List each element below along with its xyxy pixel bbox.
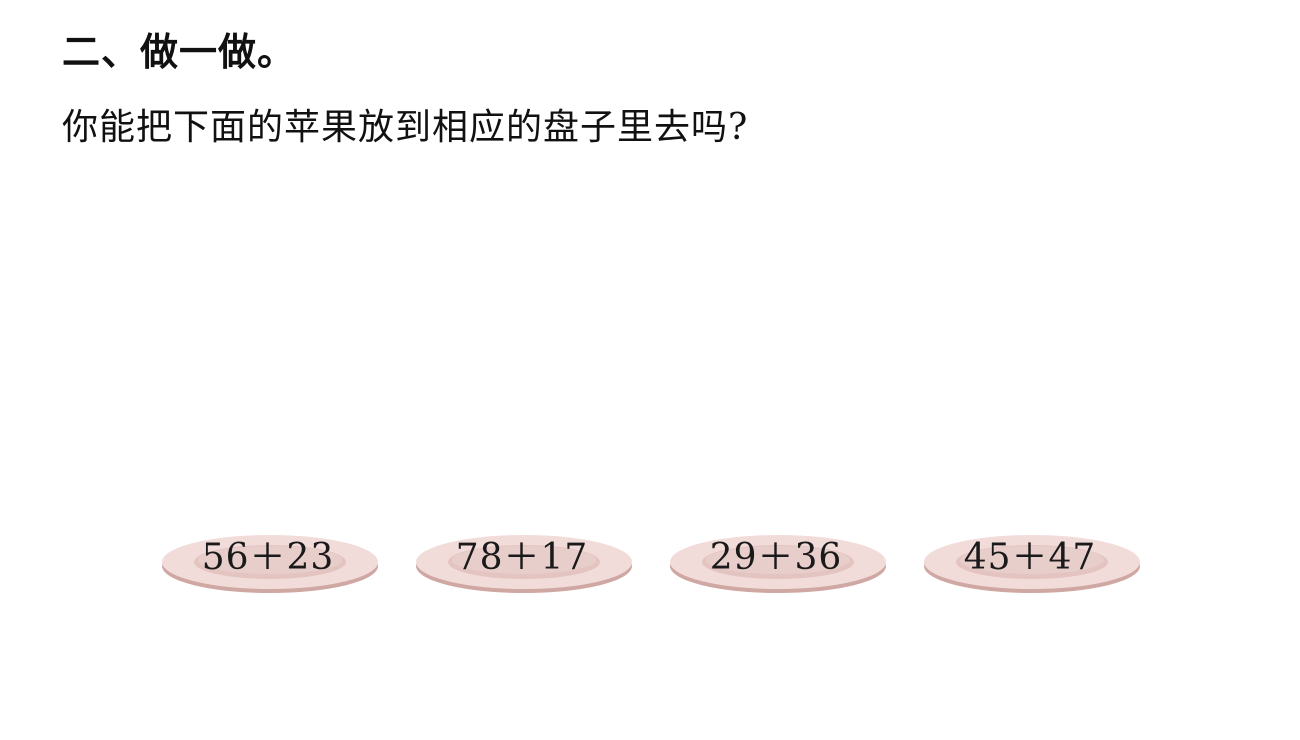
plates-row: 56＋23 78＋17 29＋36 45＋47 [0,530,1300,600]
plate-expression: 29＋36 [709,537,843,578]
plate-expression: 56＋23 [201,537,335,578]
plate-expression: 78＋17 [455,537,589,578]
question-text: 你能把下面的苹果放到相应的盘子里去吗? [62,107,749,148]
plate-3[interactable]: 29＋36 [668,530,888,596]
plate-1[interactable]: 56＋23 [160,530,380,596]
section-heading: 二、做一做。 [62,29,297,74]
plate-2[interactable]: 78＋17 [414,530,634,596]
plate-4[interactable]: 45＋47 [922,530,1142,596]
plate-expression: 45＋47 [963,537,1097,578]
